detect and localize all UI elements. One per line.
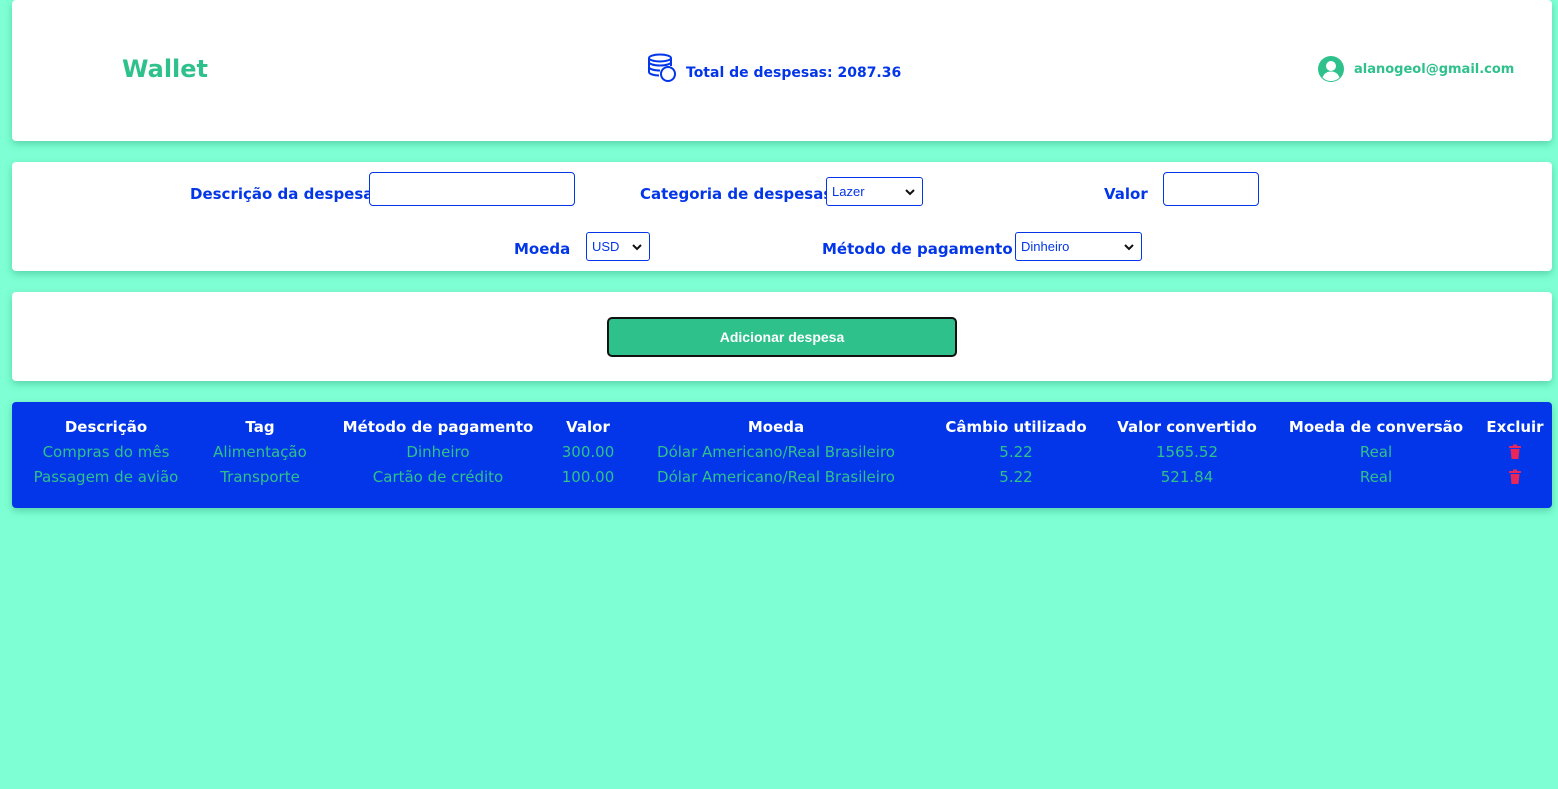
user-circle-icon [1318, 56, 1344, 82]
payment-method-select[interactable]: Dinheiro [1015, 232, 1142, 261]
trash-icon[interactable] [1508, 444, 1522, 460]
table-row: Compras do mês Alimentação Dinheiro 300.… [12, 439, 1552, 464]
header-value: Valor [566, 417, 610, 436]
value-label: Valor [1104, 185, 1148, 203]
value-input[interactable] [1163, 172, 1259, 206]
table-header-row: Descrição Tag Método de pagamento Valor … [12, 414, 1552, 439]
total-expenses-label: Total de despesas: 2087.36 [686, 65, 902, 81]
category-label: Categoria de despesas [640, 185, 833, 203]
chevron-down-icon [1124, 243, 1134, 250]
description-label: Descrição da despesa [190, 185, 374, 203]
currency-select[interactable]: USD [586, 232, 650, 261]
cell-delete [1478, 464, 1552, 489]
cell-converted-value: 1565.52 [1155, 442, 1219, 461]
expense-form: Descrição da despesa Categoria de despes… [12, 162, 1552, 271]
header-description: Descrição [64, 417, 148, 436]
header-converted-value: Valor convertido [1117, 417, 1257, 436]
expenses-table: Descrição Tag Método de pagamento Valor … [12, 414, 1552, 489]
header-tag: Tag [245, 417, 275, 436]
cell-conversion-currency: Real [1359, 442, 1393, 461]
currency-label: Moeda [514, 240, 571, 258]
cell-payment-method: Cartão de crédito [372, 467, 504, 486]
chevron-down-icon [632, 243, 642, 250]
payment-method-select-value: Dinheiro [1021, 239, 1070, 254]
cell-tag: Alimentação [213, 442, 307, 461]
app-logo: Wallet [122, 55, 209, 83]
header-currency: Moeda [747, 417, 805, 436]
header-delete: Excluir [1486, 417, 1544, 436]
cell-description: Compras do mês [42, 442, 170, 461]
cell-conversion-currency: Real [1359, 467, 1393, 486]
cell-exchange-rate: 5.22 [999, 442, 1033, 461]
header-conversion-currency: Moeda de conversão [1288, 417, 1464, 436]
currency-select-value: USD [592, 239, 620, 254]
total-expenses: Total de despesas: 2087.36 [646, 53, 901, 83]
coins-icon [648, 53, 676, 82]
user-info: alanogeol@gmail.com [1318, 56, 1514, 82]
cell-delete [1478, 439, 1552, 464]
user-email: alanogeol@gmail.com [1354, 61, 1515, 77]
cell-payment-method: Dinheiro [406, 442, 470, 461]
cell-currency: Dólar Americano/Real Brasileiro [657, 442, 895, 461]
cell-converted-value: 521.84 [1160, 467, 1214, 486]
payment-method-label: Método de pagamento [822, 240, 1013, 258]
header: Wallet Total de despesas: 2087.36 alanog… [12, 0, 1552, 141]
table-row: Passagem de avião Transporte Cartão de c… [12, 464, 1552, 489]
category-select-value: Lazer [832, 184, 865, 199]
add-expense-button[interactable]: Adicionar despesa [607, 317, 957, 357]
cell-value: 100.00 [561, 467, 615, 486]
cell-value: 300.00 [561, 442, 615, 461]
description-input[interactable] [369, 172, 575, 206]
header-payment-method: Método de pagamento [342, 417, 534, 436]
trash-icon[interactable] [1508, 469, 1522, 485]
header-exchange-rate: Câmbio utilizado [945, 417, 1087, 436]
cell-exchange-rate: 5.22 [999, 467, 1033, 486]
cell-tag: Transporte [220, 467, 300, 486]
expenses-table-card: Descrição Tag Método de pagamento Valor … [12, 402, 1552, 508]
add-expense-section: Adicionar despesa [12, 292, 1552, 381]
category-select[interactable]: Lazer [826, 177, 923, 206]
chevron-down-icon [905, 188, 915, 195]
cell-description: Passagem de avião [33, 467, 179, 486]
cell-currency: Dólar Americano/Real Brasileiro [657, 467, 895, 486]
